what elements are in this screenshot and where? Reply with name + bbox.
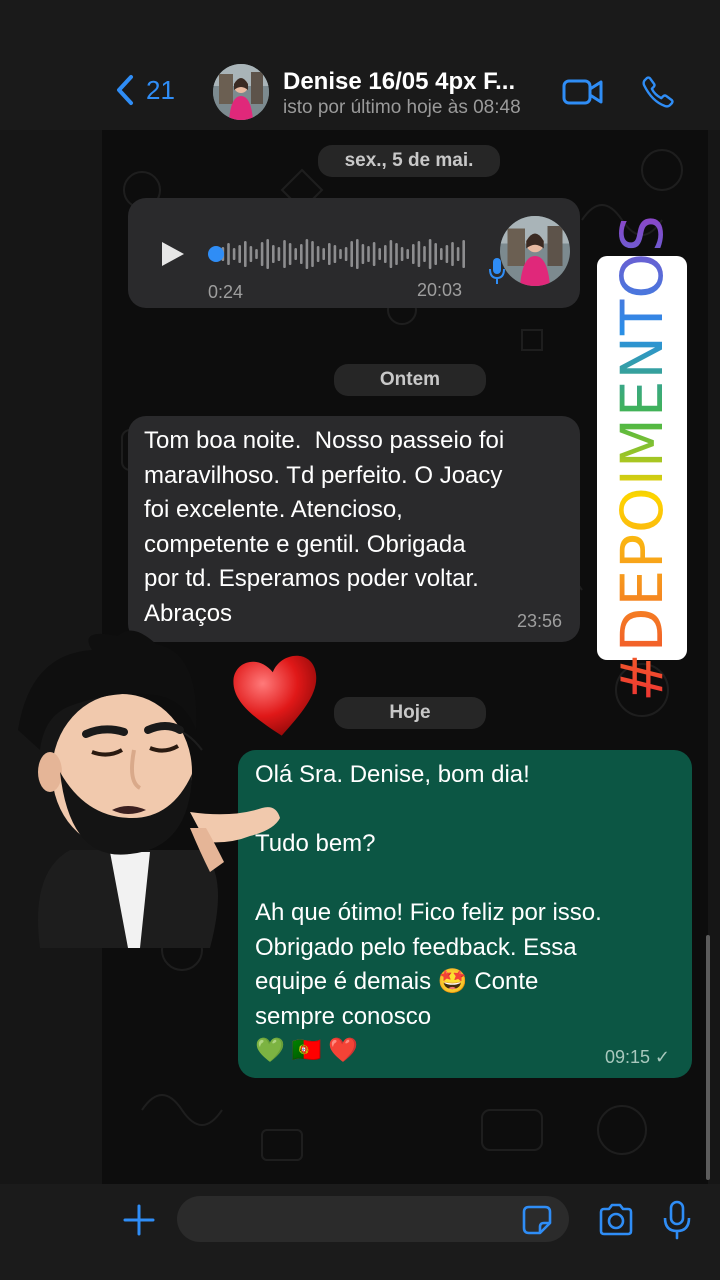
waveform-bar bbox=[344, 247, 348, 261]
waveform-bar bbox=[434, 243, 437, 265]
waveform-bar bbox=[361, 244, 365, 264]
waveform-bar bbox=[367, 246, 370, 262]
delivered-check-icon: ✓ bbox=[654, 1047, 670, 1067]
message-time: 20:03 bbox=[417, 280, 463, 300]
waveform-bar bbox=[272, 245, 275, 263]
playback-scrubber[interactable] bbox=[208, 246, 224, 262]
waveform-bar bbox=[412, 244, 415, 264]
waveform-bar bbox=[451, 242, 454, 266]
plus-icon[interactable] bbox=[122, 1203, 156, 1237]
waveform-bar bbox=[266, 239, 269, 269]
phone-call-icon[interactable] bbox=[640, 74, 676, 110]
waveform-bar bbox=[249, 246, 253, 262]
waveform-bar bbox=[333, 245, 337, 263]
waveform-bar bbox=[384, 245, 387, 263]
microphone-icon bbox=[489, 258, 505, 284]
date-divider: Ontem bbox=[334, 364, 486, 396]
waveform-bar bbox=[456, 247, 460, 261]
waveform-bar bbox=[316, 246, 320, 262]
message-time: 09:15 bbox=[604, 1047, 650, 1067]
voice-message-bubble[interactable]: 0:24 20:03 bbox=[128, 198, 580, 308]
sticker-icon[interactable] bbox=[521, 1204, 553, 1236]
waveform-bar bbox=[277, 247, 281, 261]
waveform-bar bbox=[322, 248, 325, 260]
sender-photo bbox=[500, 216, 570, 286]
sent-message-bubble[interactable]: Olá Sra. Denise, bom dia! Tudo bem? Ah q… bbox=[238, 750, 692, 1078]
chat-scrollbar[interactable] bbox=[706, 935, 710, 1180]
waveform-bar bbox=[423, 246, 426, 262]
sender-avatar bbox=[500, 216, 570, 286]
waveform-bar bbox=[440, 248, 443, 260]
date-divider: sex., 5 de mai. bbox=[318, 145, 500, 177]
depoimentos-hashtag: #DEPOIMENTOS bbox=[608, 214, 676, 702]
waveform-bar bbox=[395, 243, 398, 265]
waveform-bar bbox=[389, 240, 393, 268]
waveform-bar bbox=[428, 239, 432, 269]
waveform-bar bbox=[328, 243, 331, 265]
waveform-bar bbox=[288, 243, 292, 265]
waveform-bar bbox=[417, 241, 421, 267]
video-call-icon[interactable] bbox=[562, 76, 604, 108]
waveform-bar bbox=[339, 249, 342, 259]
waveform-bar bbox=[372, 242, 376, 266]
waveform-bar bbox=[350, 241, 353, 267]
unread-count: 21 bbox=[146, 74, 175, 105]
message-input[interactable] bbox=[177, 1196, 569, 1242]
waveform-bar bbox=[294, 248, 297, 260]
waveform-bar bbox=[283, 240, 286, 268]
waveform-bar bbox=[244, 241, 247, 267]
chevron-left-icon bbox=[117, 75, 133, 105]
waveform-bar bbox=[238, 245, 241, 263]
waveform-bar bbox=[260, 242, 264, 266]
waveform-bar bbox=[400, 247, 404, 261]
waveform-bar bbox=[227, 243, 230, 265]
contact-avatar[interactable] bbox=[213, 64, 269, 120]
back-button[interactable]: 21 bbox=[114, 74, 175, 106]
avatar-sticker bbox=[18, 630, 280, 948]
voice-elapsed: 0:24 bbox=[208, 282, 244, 302]
waveform-bar bbox=[406, 249, 409, 259]
waveform-bar bbox=[255, 249, 258, 259]
message-time: 23:56 bbox=[516, 611, 562, 631]
message-text: Tom boa noite. Nosso passeio foi maravil… bbox=[144, 427, 505, 627]
date-divider: Hoje bbox=[334, 697, 486, 729]
waveform-bar bbox=[445, 245, 449, 263]
waveform-bar bbox=[232, 248, 236, 260]
received-message-bubble[interactable]: Tom boa noite. Nosso passeio foi maravil… bbox=[128, 416, 580, 642]
audio-waveform[interactable] bbox=[206, 234, 468, 274]
waveform-bar bbox=[378, 248, 381, 260]
avatar-photo bbox=[213, 64, 269, 120]
microphone-record-icon[interactable] bbox=[662, 1200, 692, 1240]
camera-icon[interactable] bbox=[597, 1203, 635, 1237]
message-text: Olá Sra. Denise, bom dia! Tudo bem? Ah q… bbox=[255, 761, 602, 1064]
contact-name[interactable]: Denise 16/05 4px F... bbox=[283, 68, 553, 96]
play-icon[interactable] bbox=[160, 240, 186, 268]
waveform-bar bbox=[305, 239, 309, 269]
waveform-bar bbox=[300, 244, 303, 264]
waveform-bar bbox=[311, 241, 314, 267]
waveform-bar bbox=[462, 240, 465, 268]
waveform-bar bbox=[356, 239, 359, 269]
last-seen-status: isto por último hoje às 08:48 bbox=[283, 97, 521, 118]
